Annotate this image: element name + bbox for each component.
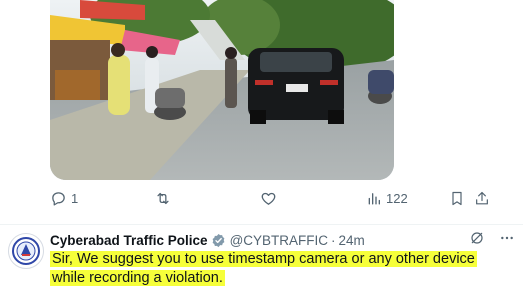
separator-dot: ·: [331, 232, 336, 248]
repost-button[interactable]: [154, 190, 176, 207]
share-icon: [474, 190, 490, 207]
views-chart-icon: [366, 190, 382, 207]
grok-icon[interactable]: [469, 230, 485, 251]
heart-icon: [260, 190, 277, 207]
author-display-name[interactable]: Cyberabad Traffic Police: [50, 233, 208, 248]
street-photo: [50, 0, 394, 180]
reply-tweet[interactable]: Cyberabad Traffic Police @CYBTRAFFIC · 2…: [0, 225, 523, 294]
tweet-media-photo[interactable]: [50, 0, 394, 180]
bookmark-icon: [449, 190, 465, 207]
views-button[interactable]: 122: [366, 190, 408, 207]
police-logo-icon: [10, 235, 42, 267]
share-button[interactable]: [474, 190, 490, 207]
verified-badge-icon[interactable]: [211, 233, 226, 248]
avatar[interactable]: [8, 233, 44, 269]
highlighted-text: Sir, We suggest you to use timestamp cam…: [50, 251, 477, 286]
like-button[interactable]: [260, 190, 281, 207]
more-icon[interactable]: [499, 230, 515, 251]
bookmark-button[interactable]: [449, 190, 465, 207]
timestamp[interactable]: 24m: [339, 233, 365, 248]
reply-button[interactable]: 1: [50, 190, 78, 207]
repost-icon: [154, 190, 172, 207]
reply-header: Cyberabad Traffic Police @CYBTRAFFIC · 2…: [50, 230, 515, 250]
views-count: 122: [386, 191, 408, 206]
reply-count: 1: [71, 191, 79, 206]
tweet-action-bar: 1 122: [50, 188, 520, 214]
reply-text: Sir, We suggest you to use timestamp cam…: [50, 250, 500, 288]
reply-icon: [50, 190, 67, 207]
author-handle[interactable]: @CYBTRAFFIC: [230, 233, 328, 248]
